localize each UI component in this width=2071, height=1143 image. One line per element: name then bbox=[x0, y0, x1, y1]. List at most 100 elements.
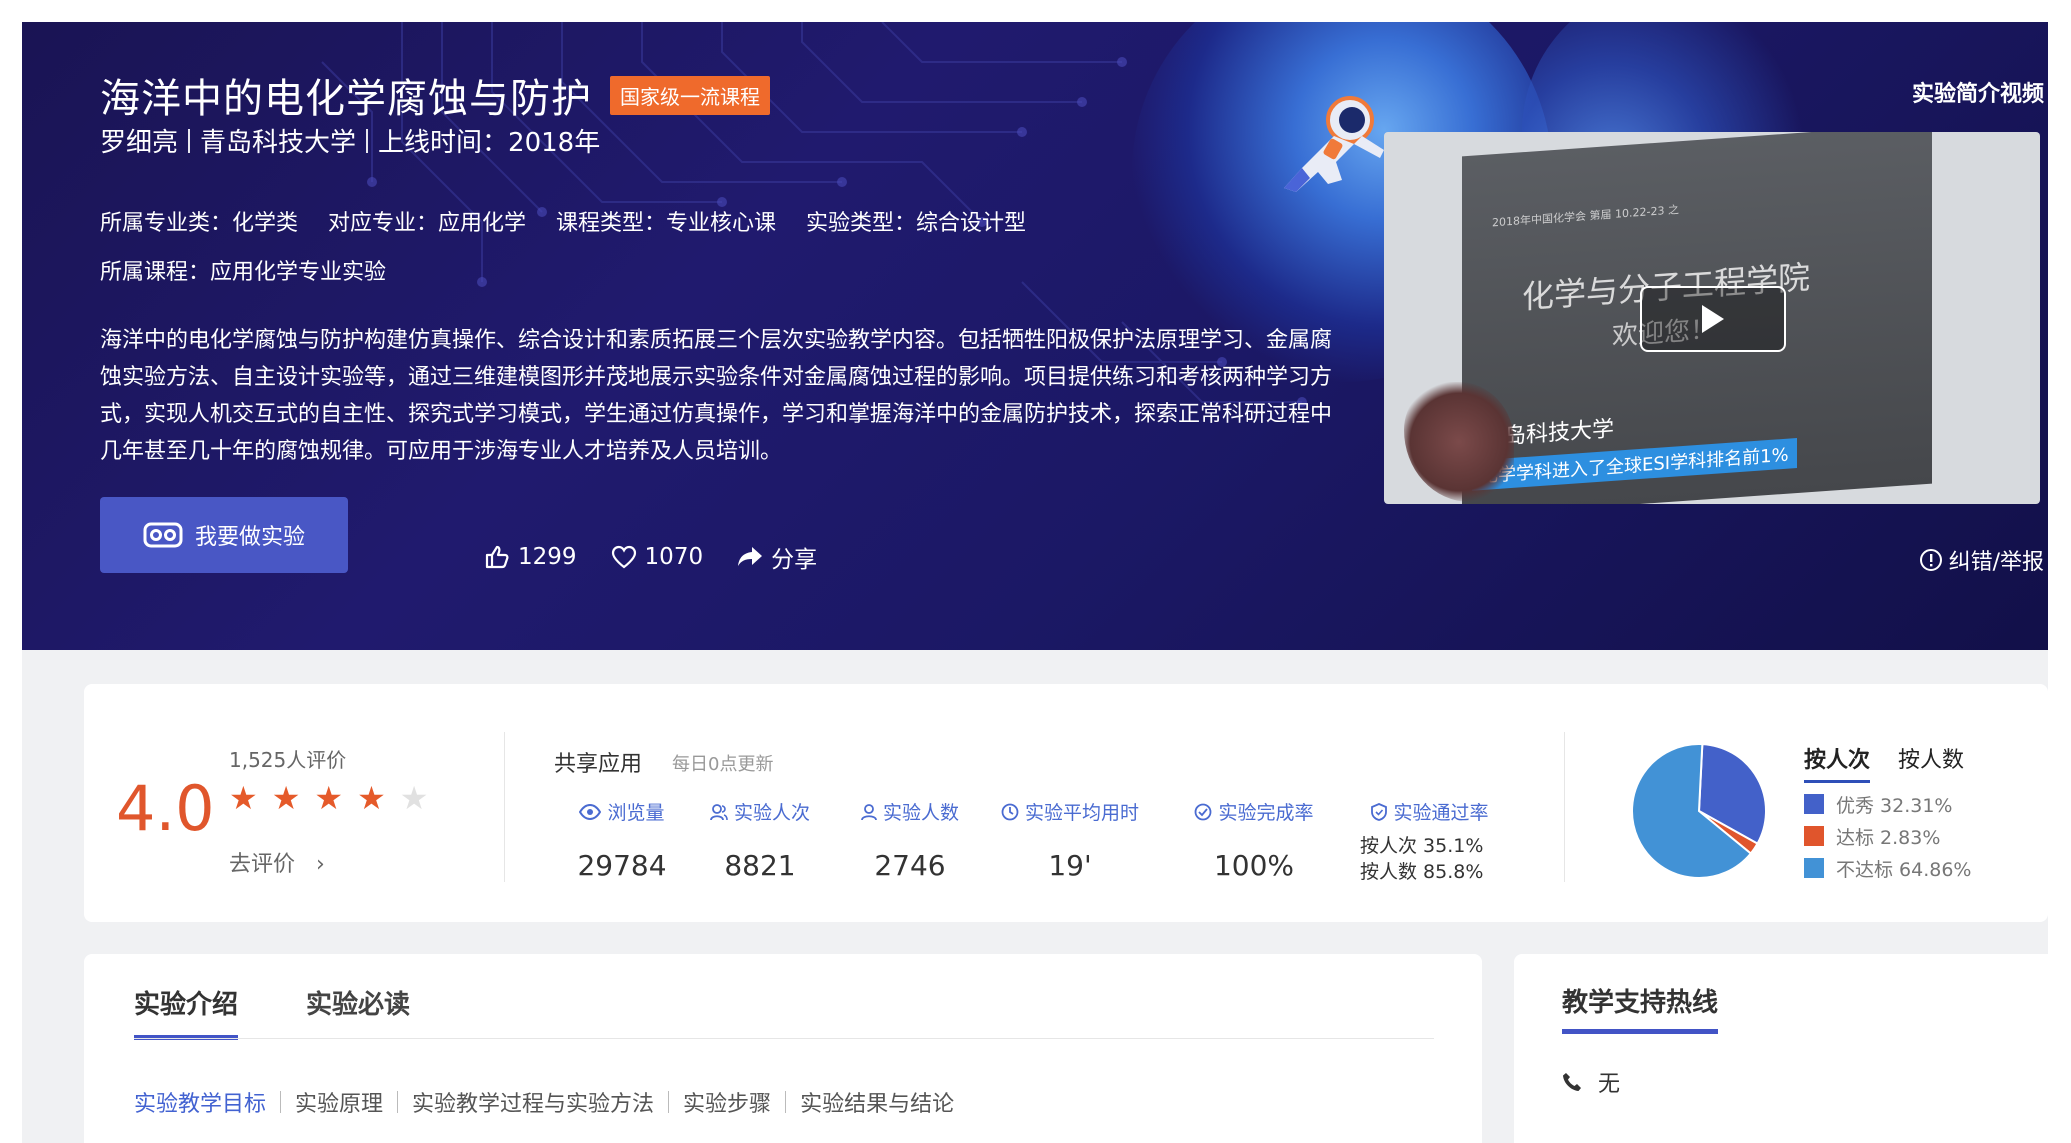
subnav-steps[interactable]: 实验步骤 bbox=[669, 1086, 785, 1118]
report-link[interactable]: 纠错/举报 bbox=[1919, 544, 2044, 576]
teacher-name[interactable]: 罗细亮 bbox=[100, 122, 178, 159]
go-rate-label: 去评价 bbox=[229, 852, 296, 877]
stat-completion-value: 100% bbox=[1213, 849, 1295, 882]
do-experiment-button[interactable]: 我要做实验 bbox=[100, 497, 348, 573]
course-meta: 罗细亮 青岛科技大学 上线时间：2018年 bbox=[100, 122, 600, 159]
legend-item: 达标 2.83% bbox=[1804, 820, 1972, 852]
stat-users: 实验人数 2746 bbox=[850, 798, 970, 882]
pie-tabs: 按人次 按人数 bbox=[1804, 742, 1964, 783]
pass-rate-by-visits: 按人次 35.1% bbox=[1360, 835, 1484, 857]
star-icon: ★ bbox=[271, 779, 301, 817]
rating-count: 1,525人评价 bbox=[229, 748, 347, 772]
vr-headset-icon bbox=[143, 522, 183, 548]
stat-label-text: 实验人数 bbox=[882, 802, 959, 824]
stat-avg-time: 实验平均用时 19' bbox=[990, 798, 1150, 882]
astronaut-illustration bbox=[1284, 96, 1384, 192]
stat-users-label: 实验人数 bbox=[850, 798, 970, 825]
play-icon bbox=[1702, 305, 1724, 333]
stat-label-text: 实验完成率 bbox=[1218, 802, 1314, 824]
star-icon: ★ bbox=[314, 779, 344, 817]
intro-video-title: 实验简介视频 bbox=[1911, 82, 2044, 107]
stat-label-text: 实验平均用时 bbox=[1024, 802, 1139, 824]
star-empty-icon: ★ bbox=[399, 779, 429, 817]
score-pie-chart bbox=[1631, 743, 1767, 879]
tab-must-read[interactable]: 实验必读 bbox=[306, 984, 410, 1040]
thumbs-up-icon bbox=[485, 545, 509, 569]
intro-card: 实验介绍 实验必读 实验教学目标 实验原理 实验教学过程与实验方法 实验步骤 实… bbox=[84, 954, 1482, 1143]
subnav-teaching-goal[interactable]: 实验教学目标 bbox=[134, 1086, 280, 1118]
stat-pass-rate: 实验通过率 按人次 35.1% 按人数 85.8% bbox=[1360, 798, 1500, 885]
intro-tabs: 实验介绍 实验必读 bbox=[134, 984, 410, 1040]
stat-visits: 实验人次 8821 bbox=[700, 798, 820, 882]
info-circle-icon bbox=[1919, 549, 1942, 571]
action-bar: 1299 1070 分享 bbox=[484, 540, 817, 574]
tab-by-users[interactable]: 按人数 bbox=[1898, 742, 1964, 783]
course-page: 海洋中的电化学腐蚀与防护 国家级一流课程 罗细亮 青岛科技大学 上线时间：201… bbox=[0, 0, 2071, 1143]
share-title: 共享应用 bbox=[554, 752, 643, 777]
clock-icon bbox=[1001, 803, 1019, 820]
support-title: 教学支持热线 bbox=[1562, 982, 1719, 1034]
subnav-results[interactable]: 实验结果与结论 bbox=[786, 1086, 968, 1118]
stat-label-text: 浏览量 bbox=[607, 802, 665, 824]
legend-label: 不达标 64.86% bbox=[1836, 858, 1972, 881]
like-button[interactable]: 1299 bbox=[484, 544, 577, 570]
tab-by-visits[interactable]: 按人次 bbox=[1804, 742, 1871, 783]
university-name[interactable]: 青岛科技大学 bbox=[200, 122, 356, 159]
legend-swatch bbox=[1804, 858, 1824, 878]
support-card: 教学支持热线 无 bbox=[1514, 954, 2048, 1143]
legend-swatch bbox=[1804, 826, 1824, 846]
rating-stars: ★ ★ ★ ★ ★ bbox=[229, 782, 428, 814]
favorite-button[interactable]: 1070 bbox=[611, 544, 704, 570]
title-row: 海洋中的电化学腐蚀与防护 国家级一流课程 bbox=[100, 66, 770, 124]
stat-avg-time-value: 19' bbox=[1048, 849, 1092, 882]
intro-subnav: 实验教学目标 实验原理 实验教学过程与实验方法 实验步骤 实验结果与结论 bbox=[134, 1086, 968, 1118]
pie-legend: 优秀 32.31% 达标 2.83% 不达标 64.86% bbox=[1804, 788, 1972, 884]
share-update-note: 每日0点更新 bbox=[672, 754, 774, 775]
subnav-principle[interactable]: 实验原理 bbox=[281, 1086, 397, 1118]
meta-separator bbox=[366, 128, 369, 153]
stat-visits-value: 8821 bbox=[724, 849, 796, 882]
stat-completion: 实验完成率 100% bbox=[1184, 798, 1324, 882]
intro-video-player[interactable]: 2018年中国化学会 第届 10.22-23 之 化学与分子工程学院 欢迎您！ … bbox=[1384, 132, 2040, 504]
stat-avg-time-label: 实验平均用时 bbox=[990, 798, 1150, 825]
do-experiment-label: 我要做实验 bbox=[194, 525, 305, 550]
support-value: 无 bbox=[1598, 1072, 1621, 1097]
stats-card: 4.0 1,525人评价 ★ ★ ★ ★ ★ 去评价 › 共享应用 每日0点更新… bbox=[84, 684, 2048, 922]
stats-divider bbox=[504, 732, 505, 882]
share-label: 分享 bbox=[771, 547, 818, 573]
hero-banner: 海洋中的电化学腐蚀与防护 国家级一流课程 罗细亮 青岛科技大学 上线时间：201… bbox=[22, 22, 2048, 650]
heart-icon bbox=[611, 545, 636, 569]
tab-intro[interactable]: 实验介绍 bbox=[134, 984, 239, 1040]
legend-label: 达标 2.83% bbox=[1836, 826, 1941, 849]
national-course-badge: 国家级一流课程 bbox=[610, 75, 770, 115]
pass-rate-by-users: 按人数 85.8% bbox=[1360, 861, 1484, 883]
legend-label: 优秀 32.31% bbox=[1836, 794, 1953, 817]
course-type: 课程类型：专业核心课 bbox=[556, 211, 777, 236]
go-rate-link[interactable]: 去评价 › bbox=[229, 846, 325, 878]
share-button[interactable]: 分享 bbox=[737, 540, 817, 574]
like-count: 1299 bbox=[518, 544, 577, 570]
plant-decoration bbox=[1404, 382, 1514, 502]
legend-item: 不达标 64.86% bbox=[1804, 852, 1972, 884]
rating-score: 4.0 bbox=[116, 772, 215, 845]
tab-divider bbox=[134, 1038, 1434, 1039]
favorite-count: 1070 bbox=[644, 544, 704, 570]
stat-completion-label: 实验完成率 bbox=[1184, 798, 1324, 825]
stat-label-text: 实验通过率 bbox=[1393, 802, 1489, 824]
meta-separator bbox=[188, 128, 191, 153]
experiment-type: 实验类型：综合设计型 bbox=[806, 211, 1027, 236]
share-icon bbox=[738, 547, 763, 566]
major-category: 所属专业类：化学类 bbox=[100, 211, 299, 236]
stats-divider bbox=[1564, 732, 1565, 882]
course-info-row: 所属专业类：化学类 对应专业：应用化学 课程类型：专业核心课 实验类型：综合设计… bbox=[100, 205, 1026, 237]
chevron-right-icon: › bbox=[302, 852, 325, 877]
play-button[interactable] bbox=[1640, 286, 1786, 352]
major: 对应专业：应用化学 bbox=[328, 211, 527, 236]
star-icon: ★ bbox=[357, 779, 386, 817]
eye-icon bbox=[579, 803, 602, 820]
course-description: 海洋中的电化学腐蚀与防护构建仿真操作、综合设计和素质拓展三个层次实验教学内容。包… bbox=[100, 328, 1333, 464]
legend-swatch bbox=[1804, 794, 1824, 814]
user-icon bbox=[861, 803, 877, 820]
screen-caption: 2018年中国化学会 第届 10.22-23 之 bbox=[1492, 203, 1679, 230]
subnav-process-method[interactable]: 实验教学过程与实验方法 bbox=[398, 1086, 668, 1118]
